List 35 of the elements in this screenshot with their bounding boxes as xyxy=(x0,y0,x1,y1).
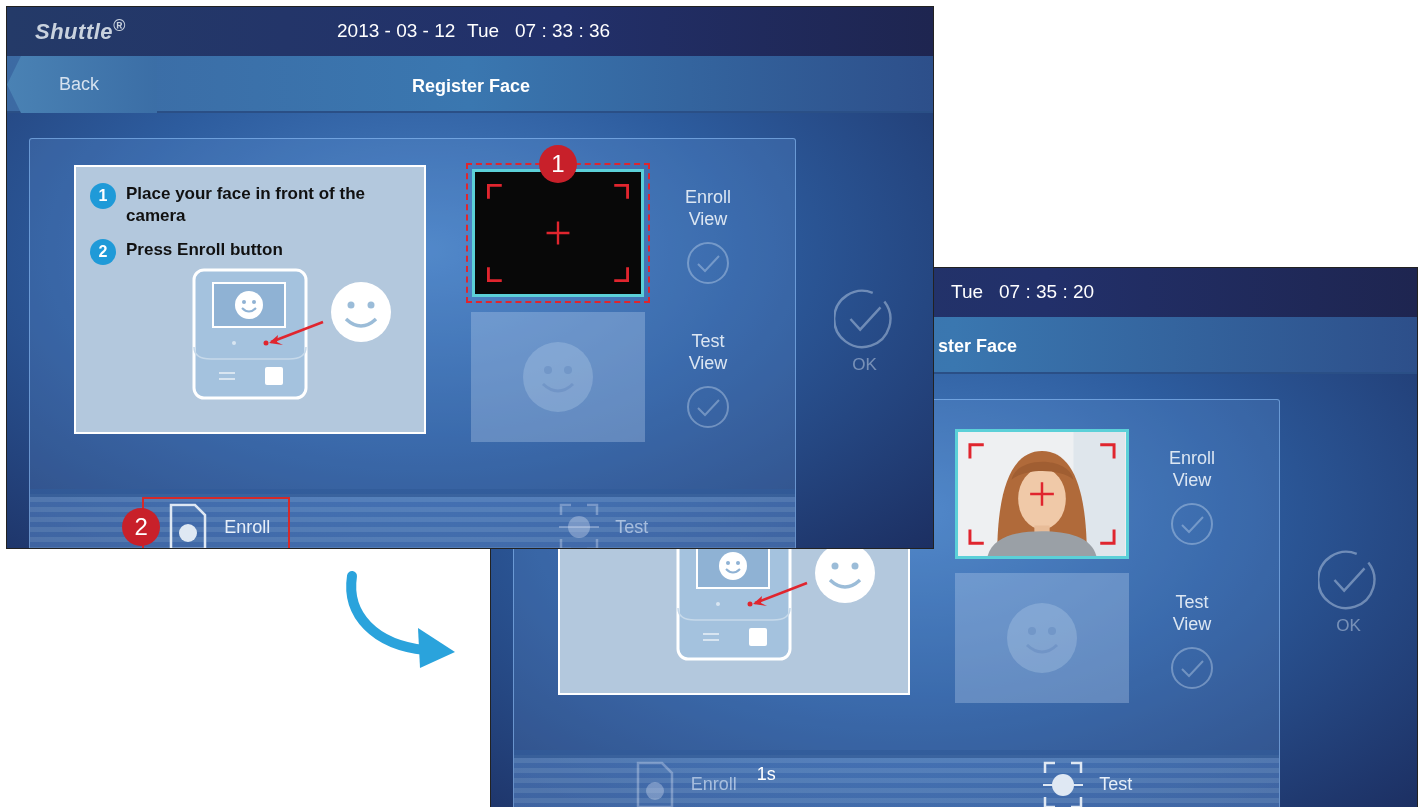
step-text: Place your face in front of the camera xyxy=(126,183,366,228)
view-label: Enroll View xyxy=(684,187,732,231)
view-label: Test View xyxy=(687,331,729,375)
face-scan-icon xyxy=(1043,760,1084,807)
check-circle-icon xyxy=(1169,501,1215,548)
time-text: 07 : 35 : 20 xyxy=(999,280,1095,305)
document-face-icon xyxy=(168,503,209,548)
step-number: 1 xyxy=(90,183,116,209)
step-text: Press Enroll button xyxy=(126,239,283,262)
check-circle-icon xyxy=(1169,645,1215,692)
back-button[interactable]: Back xyxy=(7,56,157,113)
page-title: ster Face xyxy=(937,335,1019,358)
test-button[interactable]: Test xyxy=(1043,760,1133,807)
callout-number: 2 xyxy=(122,508,161,546)
document-face-icon xyxy=(634,760,675,807)
smiley-icon xyxy=(1007,603,1077,673)
ok-label: OK xyxy=(1336,615,1361,637)
ok-label: OK xyxy=(852,354,877,376)
page-title: Register Face xyxy=(412,75,532,98)
viewfinder-icon xyxy=(966,440,1118,548)
logo: Shuttle$^{®}$ xyxy=(35,19,126,44)
check-circle-icon xyxy=(685,240,731,287)
view-label: Enroll View xyxy=(1168,448,1216,492)
weekday-text: Tue xyxy=(467,19,500,44)
date-text: 2013 - 03 - 12 xyxy=(337,20,456,42)
callout-number: 1 xyxy=(539,145,577,183)
step-number: 2 xyxy=(90,239,116,266)
view-label: Test View xyxy=(1171,592,1213,636)
check-circle-icon xyxy=(685,384,731,431)
weekday-text: Tue xyxy=(951,280,984,305)
face-scan-icon xyxy=(559,503,600,548)
time-text: 07 : 33 : 36 xyxy=(515,19,611,44)
smiley-icon xyxy=(523,342,593,412)
countdown-text: 1s xyxy=(756,762,776,786)
enroll-button[interactable]: Enroll xyxy=(168,503,271,548)
